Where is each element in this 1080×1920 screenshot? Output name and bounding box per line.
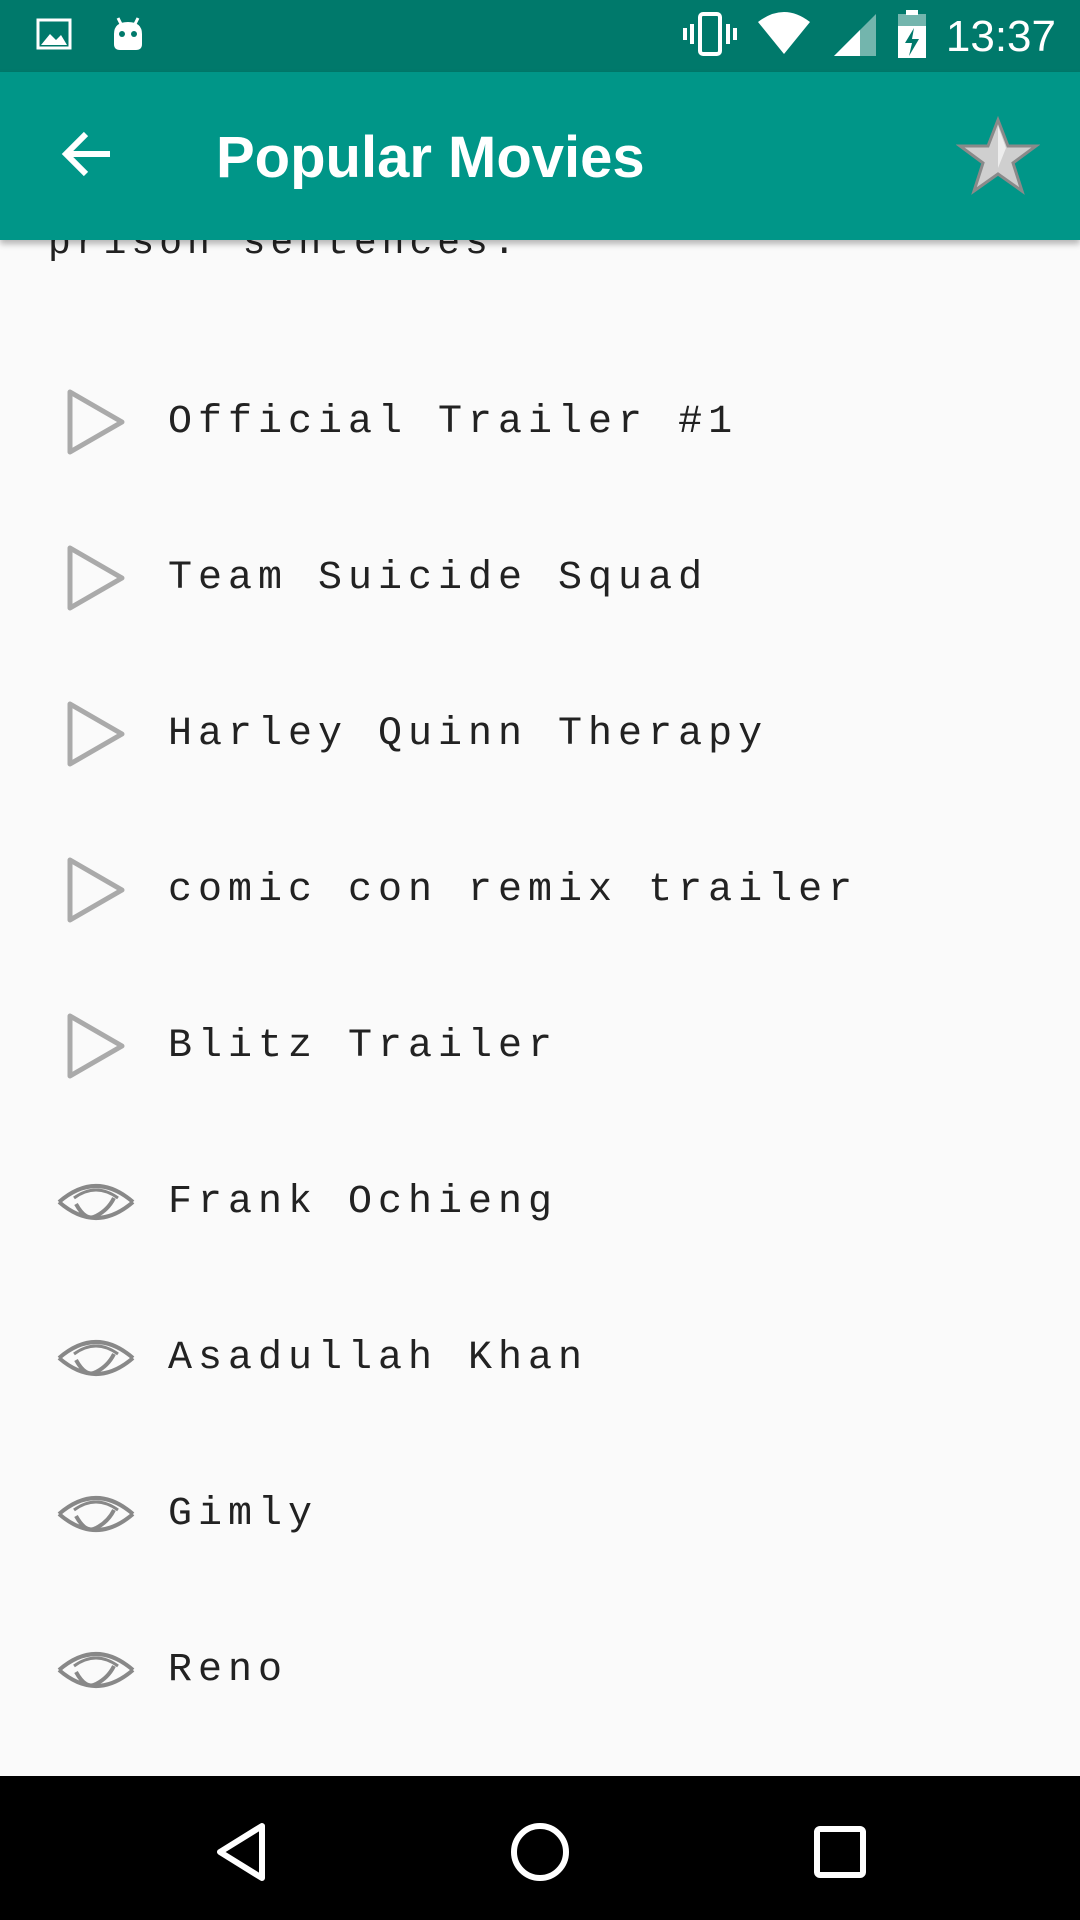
battery-charging-icon (896, 8, 928, 65)
play-icon (56, 1006, 136, 1086)
detail-content[interactable]: prison sentences. Official Trailer #1 Te… (0, 240, 1080, 1776)
eye-icon (56, 1474, 136, 1554)
play-icon (56, 694, 136, 774)
page-title: Popular Movies (216, 125, 645, 190)
android-notification-icon (108, 14, 148, 59)
back-button[interactable] (48, 116, 128, 196)
trailer-item[interactable]: Team Suicide Squad (0, 500, 1080, 656)
nav-recents-button[interactable] (798, 1812, 882, 1896)
status-bar: 13:37 (0, 0, 1080, 72)
vibrate-icon (682, 10, 738, 63)
review-item[interactable]: Asadullah Khan (0, 1280, 1080, 1436)
image-notification-icon (36, 16, 72, 57)
favorite-button[interactable] (955, 115, 1041, 201)
review-author: Frank Ochieng (168, 1179, 559, 1225)
nav-home-button[interactable] (498, 1812, 582, 1896)
play-icon (56, 382, 136, 462)
arrow-back-icon (60, 126, 116, 187)
eye-icon (56, 1630, 136, 1710)
triangle-back-icon (210, 1820, 274, 1889)
review-item[interactable]: Frank Ochieng (0, 1124, 1080, 1280)
eye-icon (56, 1318, 136, 1398)
app-bar: Popular Movies (0, 72, 1080, 240)
trailer-title: Harley Quinn Therapy (168, 711, 769, 757)
review-item[interactable]: Reno (0, 1592, 1080, 1748)
trailer-item[interactable]: Official Trailer #1 (0, 344, 1080, 500)
overview-text: prison sentences. (48, 240, 521, 265)
clock: 13:37 (945, 11, 1056, 61)
eye-icon (56, 1162, 136, 1242)
review-item[interactable]: Gimly (0, 1436, 1080, 1592)
wifi-icon (756, 10, 812, 63)
star-icon (955, 115, 1041, 201)
nav-back-button[interactable] (200, 1812, 284, 1896)
play-icon (56, 538, 136, 618)
trailer-title: comic con remix trailer (168, 867, 859, 913)
trailer-item[interactable]: comic con remix trailer (0, 812, 1080, 968)
play-icon (56, 850, 136, 930)
review-author: Reno (168, 1647, 289, 1693)
navigation-bar (0, 1776, 1080, 1920)
trailer-item[interactable]: Blitz Trailer (0, 968, 1080, 1124)
trailer-title: Official Trailer #1 (168, 399, 739, 445)
trailer-item[interactable]: Harley Quinn Therapy (0, 656, 1080, 812)
circle-home-icon (508, 1820, 572, 1889)
trailer-title: Blitz Trailer (168, 1023, 559, 1069)
trailer-title: Team Suicide Squad (168, 555, 709, 601)
review-author: Gimly (168, 1491, 319, 1537)
square-recents-icon (808, 1820, 872, 1889)
cell-signal-icon (830, 10, 878, 63)
review-author: Asadullah Khan (168, 1335, 589, 1381)
